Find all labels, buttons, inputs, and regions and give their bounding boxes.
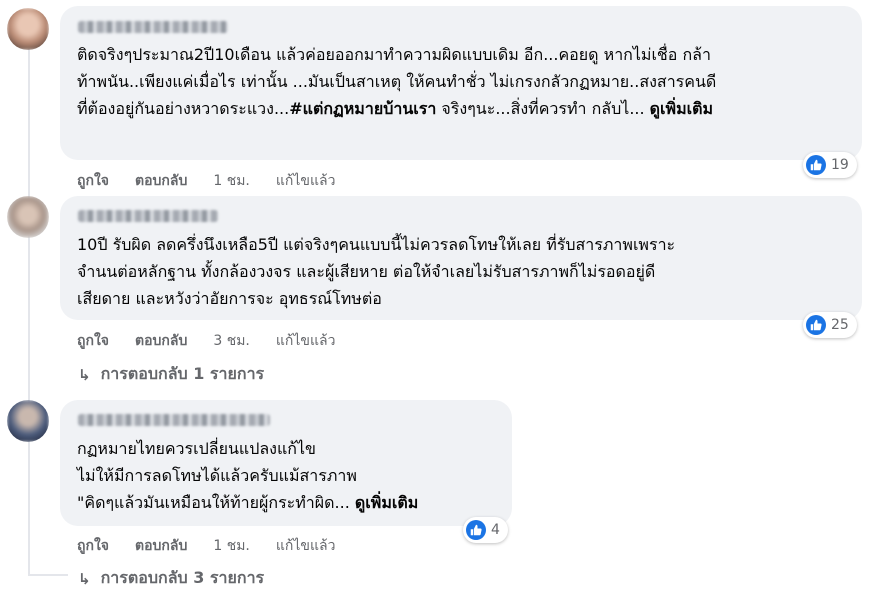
see-more-link[interactable]: ดูเพิ่มเติม — [650, 99, 713, 118]
author-name[interactable] — [78, 21, 228, 33]
like-count: 4 — [491, 522, 500, 538]
see-more-link[interactable]: ดูเพิ่มเติม — [355, 493, 418, 512]
replies-label: การตอบกลับ 3 รายการ — [100, 568, 265, 587]
edited-label[interactable]: แก้ไขแล้ว — [276, 535, 336, 557]
replies-label: การตอบกลับ 1 รายการ — [100, 364, 265, 383]
comment-text: กฏหมายไทยควรเปลี่ยนแปลงแก้ไข ไม่ให้มีการ… — [77, 439, 419, 512]
comment-actions: ถูกใจ ตอบกลับ 1 ชม. แก้ไขแล้ว — [77, 170, 361, 192]
thread-connector — [28, 574, 68, 576]
like-count: 25 — [831, 317, 849, 333]
comment-actions: ถูกใจ ตอบกลับ 3 ชม. แก้ไขแล้ว — [77, 330, 361, 352]
reaction-count[interactable]: 25 — [803, 312, 857, 338]
comment-actions: ถูกใจ ตอบกลับ 1 ชม. แก้ไขแล้ว — [77, 535, 361, 557]
reply-arrow-icon: ↳ — [78, 365, 91, 384]
like-button[interactable]: ถูกใจ — [77, 330, 109, 352]
timestamp[interactable]: 1 ชม. — [213, 535, 250, 557]
avatar[interactable] — [7, 8, 49, 50]
author-name[interactable] — [78, 414, 270, 426]
author-name[interactable] — [78, 210, 218, 222]
timestamp[interactable]: 1 ชม. — [213, 170, 250, 192]
reply-button[interactable]: ตอบกลับ — [135, 170, 187, 192]
comment-bubble: 10ปี รับผิด ลดครึ่งนึงเหลือ5ปี แต่จริงๆค… — [60, 196, 862, 320]
edited-label[interactable]: แก้ไขแล้ว — [276, 170, 336, 192]
timestamp[interactable]: 3 ชม. — [213, 330, 250, 352]
comment-text: 10ปี รับผิด ลดครึ่งนึงเหลือ5ปี แต่จริงๆค… — [77, 235, 676, 308]
reply-button[interactable]: ตอบกลับ — [135, 330, 187, 352]
view-replies-button[interactable]: ↳ การตอบกลับ 3 รายการ — [78, 566, 264, 591]
comment-bubble: ติดจริงๆประมาณ2ปี10เดือน แล้วค่อยออกมาทำ… — [60, 6, 862, 160]
edited-label[interactable]: แก้ไขแล้ว — [276, 330, 336, 352]
thumbs-up-icon — [806, 155, 826, 175]
view-replies-button[interactable]: ↳ การตอบกลับ 1 รายการ — [78, 362, 264, 387]
avatar[interactable] — [7, 400, 49, 442]
avatar[interactable] — [7, 196, 49, 238]
reply-button[interactable]: ตอบกลับ — [135, 535, 187, 557]
hashtag-link[interactable]: #แต่กฏหมายบ้านเรา — [289, 99, 436, 118]
comment-text: ติดจริงๆประมาณ2ปี10เดือน แล้วค่อยออกมาทำ… — [77, 45, 717, 118]
thumbs-up-icon — [466, 520, 486, 540]
like-count: 19 — [831, 157, 849, 173]
like-button[interactable]: ถูกใจ — [77, 535, 109, 557]
reply-arrow-icon: ↳ — [78, 569, 91, 588]
thread-line — [28, 48, 30, 576]
reaction-count[interactable]: 19 — [803, 152, 857, 178]
reaction-count[interactable]: 4 — [463, 517, 508, 543]
comment-bubble: กฏหมายไทยควรเปลี่ยนแปลงแก้ไข ไม่ให้มีการ… — [60, 400, 512, 526]
like-button[interactable]: ถูกใจ — [77, 170, 109, 192]
thumbs-up-icon — [806, 315, 826, 335]
